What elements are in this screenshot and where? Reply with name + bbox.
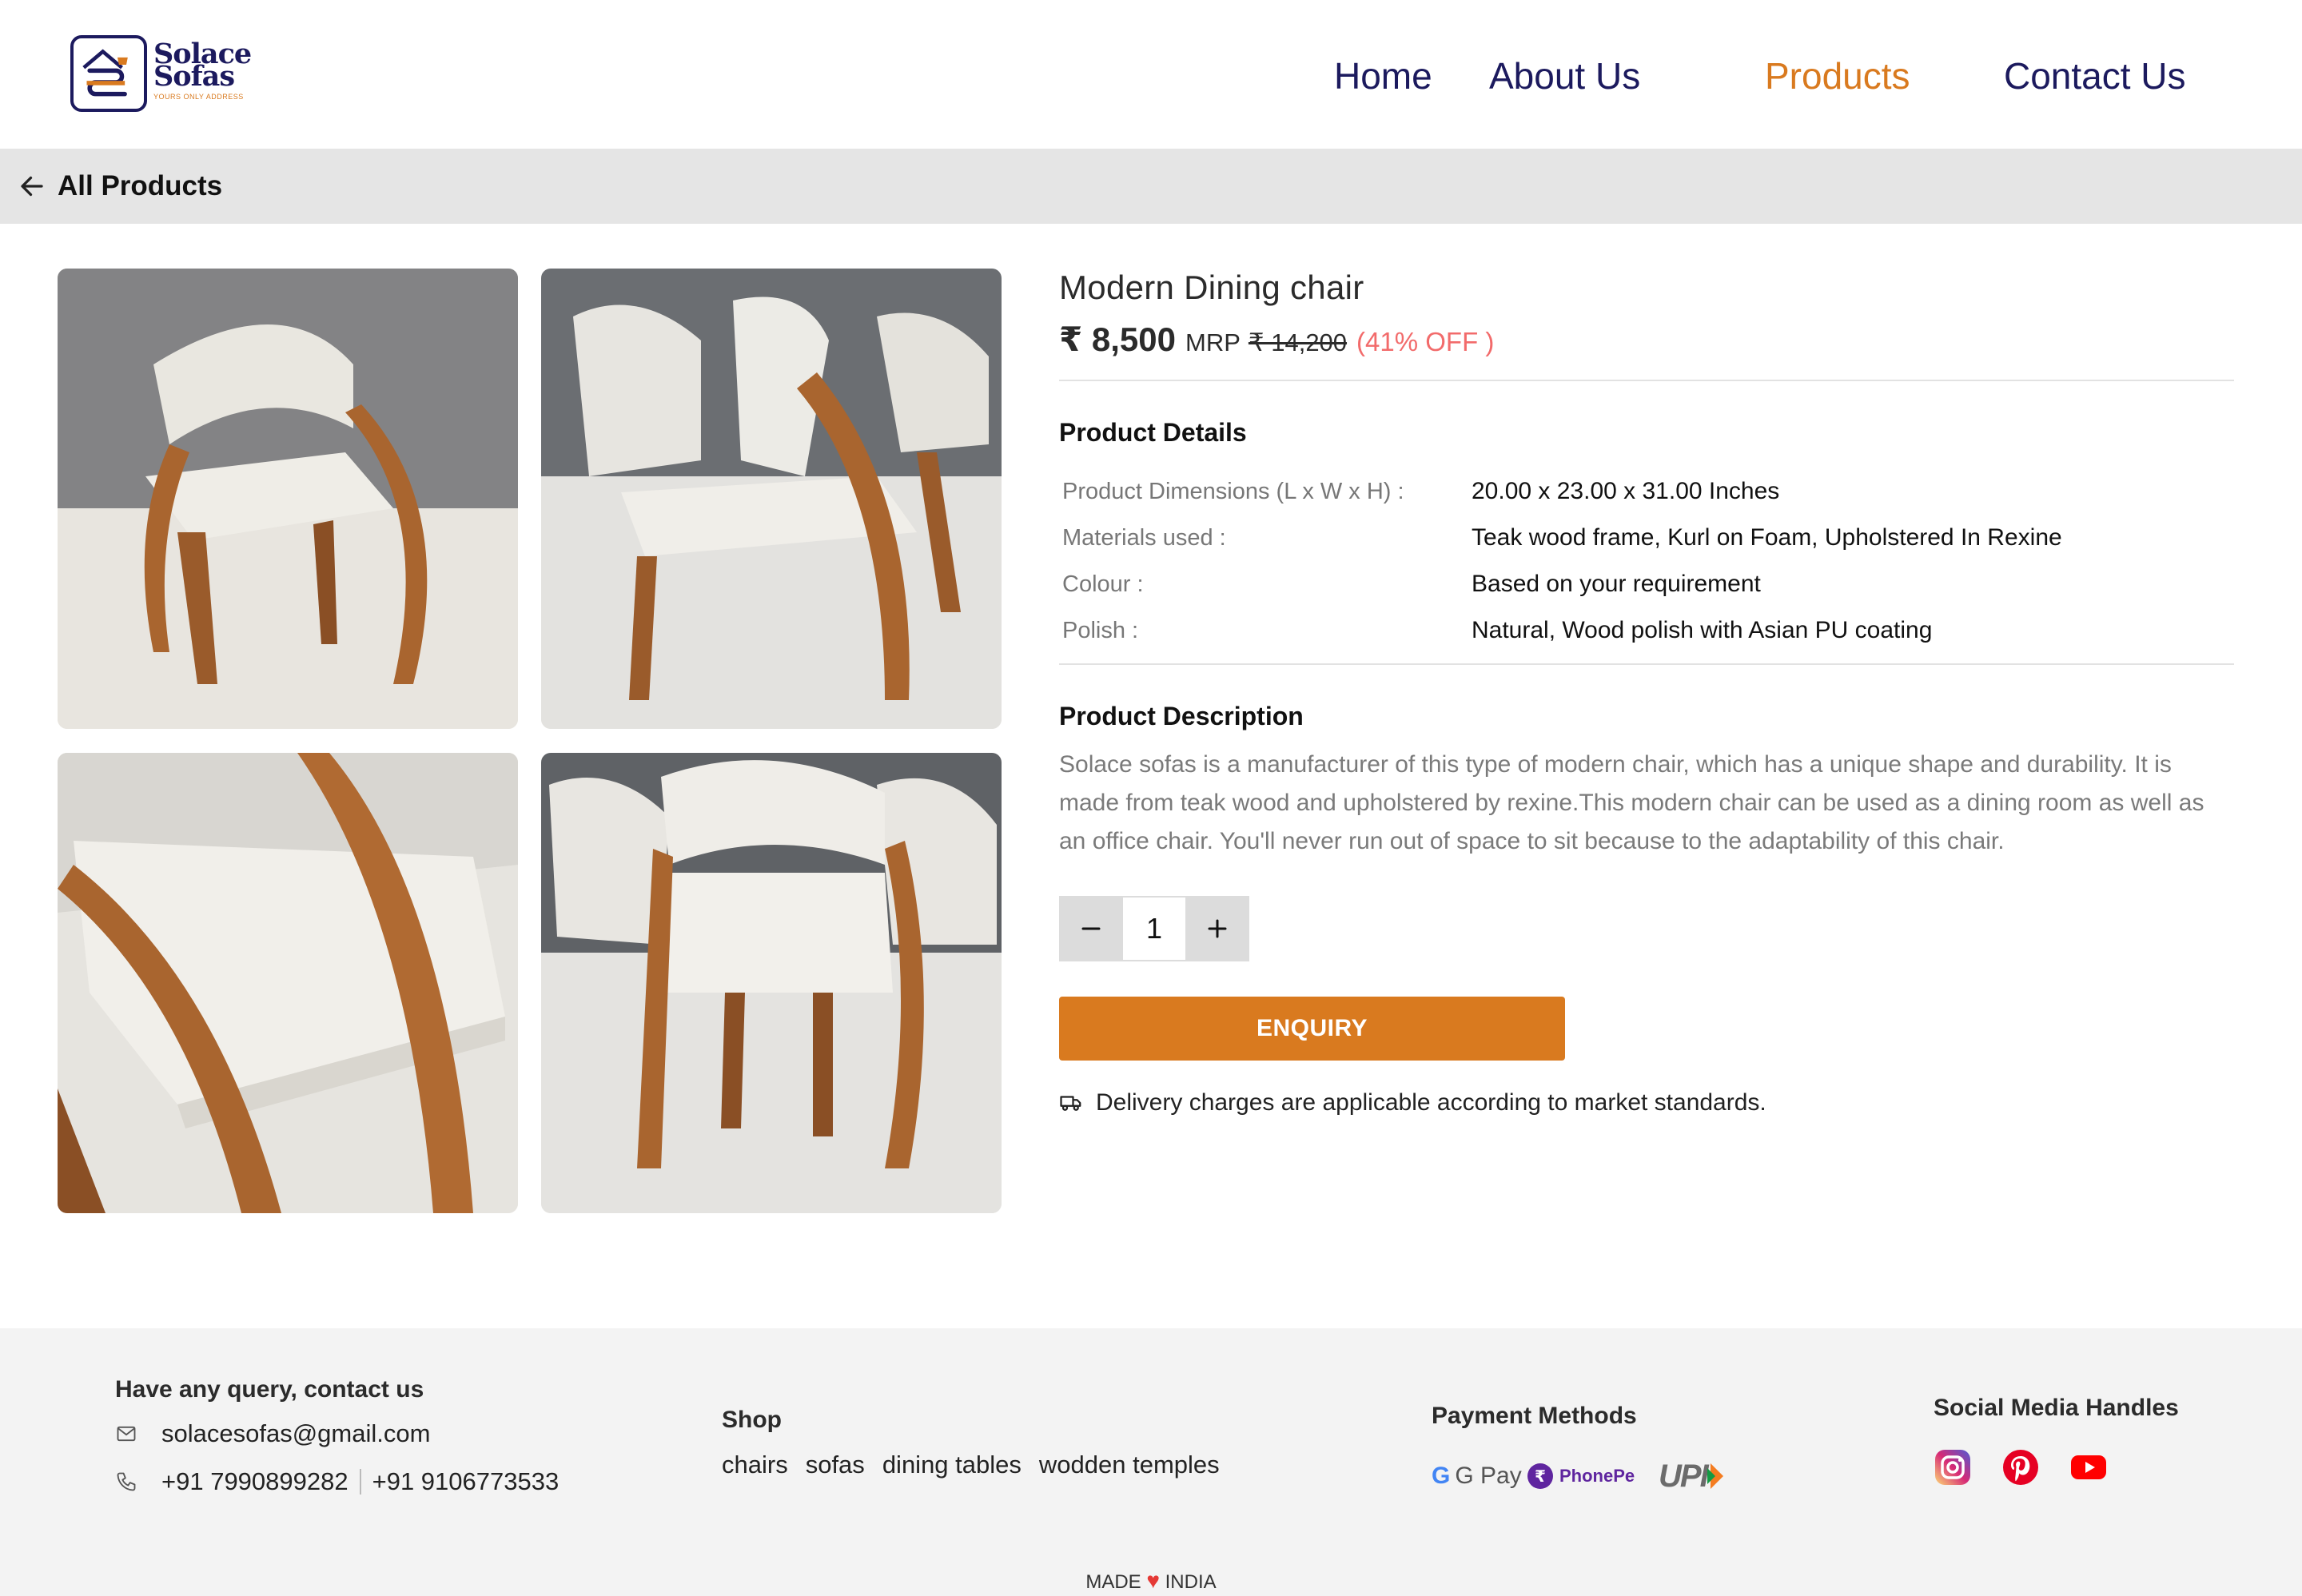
brand-tagline: YOURS ONLY ADDRESS bbox=[153, 93, 244, 101]
detail-row-polish: Polish : Natural, Wood polish with Asian… bbox=[1059, 607, 2234, 654]
detail-label: Materials used : bbox=[1062, 524, 1226, 551]
detail-row-dimensions: Product Dimensions (L x W x H) : 20.00 x… bbox=[1059, 468, 2234, 515]
arrow-left-icon bbox=[21, 176, 43, 197]
nav-contact-us[interactable]: Contact Us bbox=[2004, 54, 2186, 98]
divider bbox=[1059, 380, 2234, 381]
detail-value: Based on your requirement bbox=[1472, 571, 1761, 597]
detail-value: Teak wood frame, Kurl on Foam, Upholster… bbox=[1472, 524, 2062, 551]
product-details-heading: Product Details bbox=[1059, 418, 1247, 447]
contact-heading: Have any query, contact us bbox=[115, 1376, 424, 1403]
gpay-logo: G G Pay bbox=[1432, 1456, 1522, 1496]
detail-value: Natural, Wood polish with Asian PU coati… bbox=[1472, 617, 1933, 643]
mail-icon bbox=[117, 1426, 136, 1442]
upi-logo: UPI bbox=[1659, 1456, 1726, 1496]
nav-home[interactable]: Home bbox=[1334, 54, 1432, 98]
all-products-back-link[interactable]: All Products bbox=[18, 168, 222, 205]
old-price: ₹ 14,200 bbox=[1248, 328, 1348, 356]
instagram-icon[interactable] bbox=[1934, 1448, 1972, 1487]
shop-link-dining-tables[interactable]: dining tables bbox=[882, 1451, 1022, 1479]
nav-about-us[interactable]: About Us bbox=[1489, 54, 1640, 98]
gpay-label: G Pay bbox=[1455, 1463, 1522, 1489]
discount-label: (41% OFF ) bbox=[1356, 327, 1495, 356]
shop-links: chairs sofas dining tables wodden temple… bbox=[722, 1451, 1220, 1479]
phonepe-logo: ₹ PhonePe bbox=[1527, 1456, 1635, 1496]
decrease-quantity-button[interactable] bbox=[1059, 896, 1123, 961]
product-image-4[interactable] bbox=[541, 753, 1002, 1213]
made-label: MADE bbox=[1085, 1571, 1141, 1593]
youtube-icon[interactable] bbox=[2069, 1448, 2108, 1487]
product-image-2[interactable] bbox=[541, 269, 1002, 729]
product-image-3[interactable] bbox=[58, 753, 518, 1213]
product-price: ₹ 8,500 bbox=[1059, 320, 1176, 358]
phone-link-2[interactable]: +91 9106773533 bbox=[372, 1467, 560, 1496]
chair-photo-back bbox=[541, 753, 1002, 1213]
detail-row-colour: Colour : Based on your requirement bbox=[1059, 561, 2234, 607]
sofa-logo-icon bbox=[70, 35, 147, 112]
detail-label: Polish : bbox=[1062, 617, 1139, 643]
truck-icon bbox=[1060, 1096, 1081, 1111]
increase-quantity-button[interactable] bbox=[1185, 896, 1249, 961]
breadcrumb: All Products bbox=[0, 149, 2302, 224]
email-link[interactable]: solacesofas@gmail.com bbox=[161, 1419, 430, 1448]
site-footer: Have any query, contact us solacesofas@g… bbox=[0, 1328, 2302, 1596]
product-title: Modern Dining chair bbox=[1059, 269, 1364, 306]
shop-link-chairs[interactable]: chairs bbox=[722, 1451, 788, 1479]
upi-arrow-icon bbox=[1707, 1463, 1723, 1489]
back-label: All Products bbox=[58, 170, 223, 201]
site-header: Solace Sofas YOURS ONLY ADDRESS Home Abo… bbox=[0, 0, 2302, 149]
detail-row-materials: Materials used : Teak wood frame, Kurl o… bbox=[1059, 515, 2234, 561]
phone-link-1[interactable]: +91 7990899282 bbox=[161, 1467, 348, 1496]
phone-icon bbox=[117, 1472, 136, 1491]
phonepe-icon: ₹ bbox=[1527, 1463, 1553, 1489]
upi-label: UPI bbox=[1659, 1458, 1709, 1494]
detail-label: Product Dimensions (L x W x H) : bbox=[1062, 478, 1404, 504]
email-line: solacesofas@gmail.com bbox=[115, 1419, 430, 1448]
detail-value: 20.00 x 23.00 x 31.00 Inches bbox=[1472, 478, 1780, 504]
pinterest-icon[interactable] bbox=[2001, 1448, 2040, 1487]
enquiry-button[interactable]: ENQUIRY bbox=[1059, 997, 1565, 1061]
chair-photo-front bbox=[58, 269, 518, 729]
delivery-note: Delivery charges are applicable accordin… bbox=[1059, 1089, 2234, 1116]
quantity-value[interactable]: 1 bbox=[1123, 896, 1185, 961]
minus-icon bbox=[1081, 927, 1101, 930]
product-details-table: Product Dimensions (L x W x H) : 20.00 x… bbox=[1059, 468, 2234, 654]
payment-heading: Payment Methods bbox=[1432, 1403, 1637, 1429]
social-heading: Social Media Handles bbox=[1934, 1395, 2179, 1421]
phone-line: +91 7990899282 +91 9106773533 bbox=[115, 1467, 559, 1496]
detail-label: Colour : bbox=[1062, 571, 1144, 597]
mrp-label: MRP bbox=[1185, 328, 1241, 356]
price-row: ₹ 8,500 MRP ₹ 14,200 (41% OFF ) bbox=[1059, 320, 2234, 359]
brand-logo[interactable]: Solace Sofas YOURS ONLY ADDRESS bbox=[70, 35, 252, 115]
shop-heading: Shop bbox=[722, 1407, 782, 1433]
shop-link-sofas[interactable]: sofas bbox=[806, 1451, 865, 1479]
product-description-heading: Product Description bbox=[1059, 702, 1304, 730]
phonepe-label: PhonePe bbox=[1559, 1466, 1635, 1486]
product-description: Solace sofas is a manufacturer of this t… bbox=[1059, 751, 2204, 854]
nav-products[interactable]: Products bbox=[1765, 54, 1910, 98]
chair-photo-closeup bbox=[58, 753, 518, 1213]
product-image-1[interactable] bbox=[58, 269, 518, 729]
plus-icon bbox=[1208, 919, 1227, 938]
india-label: INDIA bbox=[1165, 1571, 1217, 1593]
divider bbox=[1059, 663, 2234, 665]
made-in-india: MADE ♥ INDIA bbox=[0, 1568, 2302, 1594]
delivery-text: Delivery charges are applicable accordin… bbox=[1096, 1089, 1766, 1116]
heart-icon: ♥ bbox=[1146, 1568, 1160, 1593]
product-info: Modern Dining chair ₹ 8,500 MRP ₹ 14,200… bbox=[1059, 269, 2234, 1116]
google-g-icon: G bbox=[1432, 1463, 1451, 1489]
quantity-stepper: 1 bbox=[1059, 896, 1249, 961]
chair-photo-side bbox=[541, 269, 1002, 729]
shop-link-wodden-temples[interactable]: wodden temples bbox=[1039, 1451, 1220, 1479]
separator bbox=[359, 1469, 361, 1495]
